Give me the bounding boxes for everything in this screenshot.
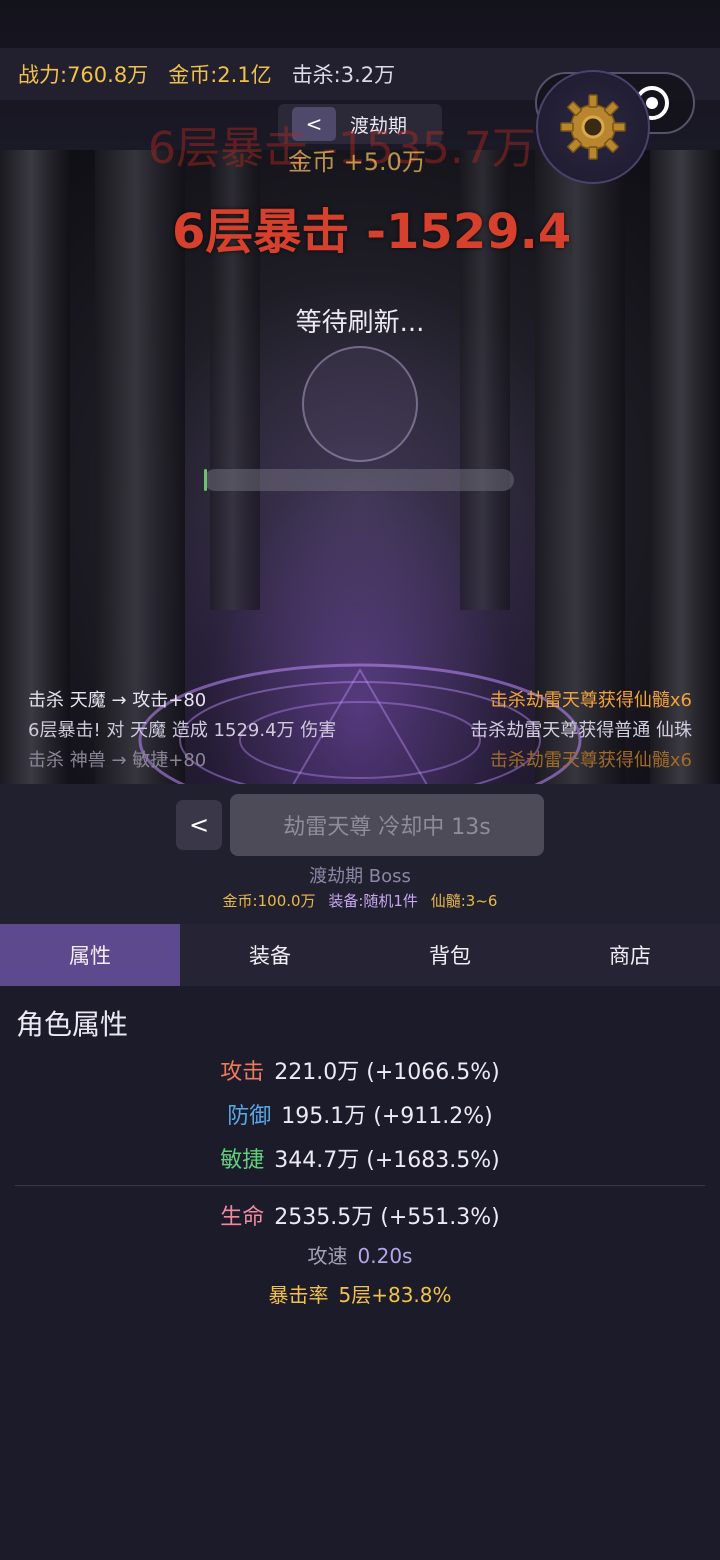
attr-speed-label: 攻速 [307, 1244, 348, 1268]
refresh-progress-bar [204, 469, 514, 491]
tab-equipment[interactable]: 装备 [180, 924, 360, 986]
log-line: 击杀劫雷天尊获得仙髓x6 [489, 750, 692, 771]
log-line: 击杀 神兽 → 敏捷+80 [28, 750, 207, 771]
attr-defense: 防御 195.1万 (+911.2%) [0, 1098, 720, 1130]
attr-hp-label: 生命 [220, 1205, 265, 1230]
wait-refresh-text: 等待刷新... [295, 308, 425, 338]
attr-defense-label: 防御 [227, 1104, 272, 1129]
attr-hp-value: 2535.5万 (+551.3%) [274, 1205, 500, 1230]
tab-backpack[interactable]: 背包 [360, 924, 540, 986]
attr-defense-value: 195.1万 (+911.2%) [281, 1104, 493, 1129]
attr-hp: 生命 2535.5万 (+551.3%) [0, 1199, 720, 1231]
attr-speed-value: 0.20s [357, 1244, 413, 1268]
log-line: 6层暴击! 对 天魔 造成 1529.4万 伤害 [28, 720, 337, 741]
crit-damage-text: 6层暴击 -1529.4万 [172, 204, 572, 260]
power-stat: 战力:760.8万 [18, 63, 149, 87]
boss-stage-label: 渡劫期 Boss [309, 866, 411, 887]
attr-divider [15, 1185, 705, 1186]
gold-float-text: 金币 +5.0万 [288, 148, 426, 176]
gold-stat: 金币:2.1亿 [168, 63, 272, 87]
gear-icon [560, 94, 626, 160]
attr-agility-label: 敏捷 [220, 1148, 265, 1173]
log-line: 击杀劫雷天尊获得仙髓x6 [489, 690, 692, 711]
log-line: 击杀劫雷天尊获得普通 仙珠 [470, 720, 692, 741]
boss-rewards: 金币:100.0万 装备:随机1件 仙髓:3~6 [0, 890, 720, 911]
attr-crit: 暴击率 5层+83.8% [0, 1279, 720, 1308]
attr-crit-value: 5层+83.8% [338, 1283, 452, 1307]
reward-marrow: 仙髓:3~6 [430, 892, 498, 910]
loading-spinner [302, 346, 418, 462]
tab-bar: 属性 装备 背包 商店 [0, 924, 720, 986]
log-line: 击杀 天魔 → 攻击+80 [28, 690, 207, 711]
battle-log-right: 击杀劫雷天尊获得仙髓x6 击杀劫雷天尊获得普通 仙珠 击杀劫雷天尊获得仙髓x6 [470, 686, 692, 776]
settings-button[interactable] [536, 70, 650, 184]
progress-fill [204, 469, 208, 491]
attr-attack-label: 攻击 [220, 1060, 265, 1085]
tab-attributes[interactable]: 属性 [0, 924, 180, 986]
attr-agility: 敏捷 344.7万 (+1683.5%) [0, 1142, 720, 1174]
attr-attack-value: 221.0万 (+1066.5%) [274, 1060, 500, 1085]
attr-crit-label: 暴击率 [268, 1283, 329, 1307]
attr-agility-value: 344.7万 (+1683.5%) [274, 1148, 500, 1173]
tab-shop[interactable]: 商店 [540, 924, 720, 986]
boss-back-button[interactable]: < [176, 800, 222, 850]
attr-speed: 攻速 0.20s [0, 1240, 720, 1269]
battle-log-left: 击杀 天魔 → 攻击+80 6层暴击! 对 天魔 造成 1529.4万 伤害 击杀 … [28, 686, 336, 776]
reward-gold: 金币:100.0万 [222, 892, 316, 910]
section-title: 角色属性 [16, 1008, 129, 1041]
attr-attack: 攻击 221.0万 (+1066.5%) [0, 1054, 720, 1086]
boss-challenge-button[interactable]: 劫雷天尊 冷却中 13s [230, 794, 544, 856]
kills-stat: 击杀:3.2万 [291, 63, 396, 87]
reward-equip: 装备:随机1件 [328, 892, 418, 910]
